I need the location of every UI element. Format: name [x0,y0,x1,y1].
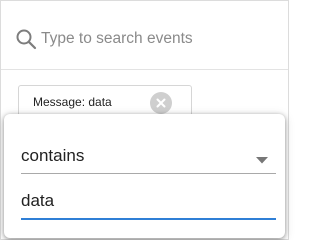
filter-editor-popover: contains [4,114,285,238]
dropdown-arrow-icon[interactable] [256,152,268,164]
search-icon [15,28,37,50]
events-filter-panel: Message: data contains [0,0,289,240]
operator-select-underline [21,173,276,174]
filter-value-field[interactable] [21,184,276,220]
filter-value-input[interactable] [21,188,274,214]
close-circle-icon[interactable] [150,92,172,114]
search-input[interactable] [39,26,278,52]
search-bar [1,1,288,65]
operator-select-value: contains [21,146,85,165]
divider [1,69,288,70]
operator-select[interactable]: contains [21,138,276,174]
filter-value-underline [21,218,276,220]
filter-chip-label: Message: data [33,95,112,109]
